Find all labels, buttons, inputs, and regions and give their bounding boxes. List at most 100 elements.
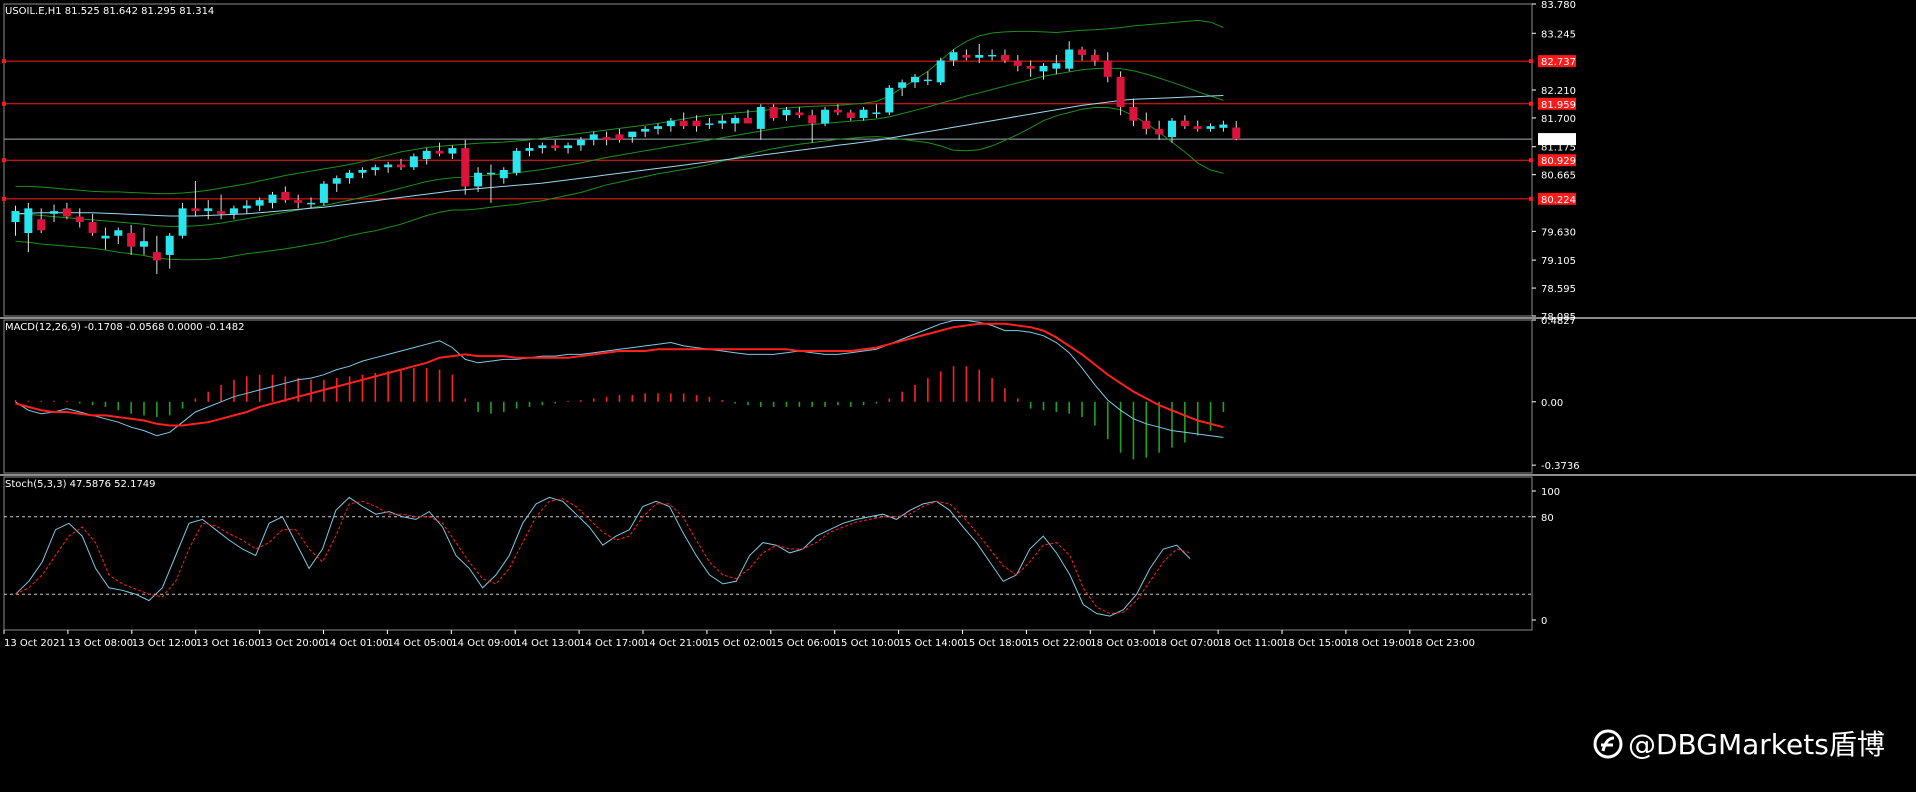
candle-body [538, 145, 547, 149]
candle-body [911, 76, 919, 83]
candle-body [795, 112, 804, 116]
candle-body [1078, 49, 1087, 55]
candle-body [255, 200, 264, 206]
candle-body [152, 252, 161, 261]
candle-body [332, 178, 341, 184]
candle-body [1116, 76, 1125, 107]
candle-body [1129, 106, 1138, 121]
candle-body [281, 191, 290, 201]
candle-body [821, 109, 830, 124]
candle-body [1193, 126, 1202, 129]
time-tick-label: 14 Oct 09:00 [451, 638, 516, 649]
line-price-tag-label: 80.929 [1541, 156, 1576, 167]
time-tick-label: 15 Oct 02:00 [707, 638, 772, 649]
candle[interactable] [512, 148, 521, 176]
price-tick-label: 83.780 [1541, 0, 1576, 11]
candle-body [217, 211, 226, 214]
candle-body [50, 211, 59, 214]
watermark: @DBGMarkets盾博 [1593, 728, 1885, 761]
candle[interactable] [319, 180, 328, 206]
chart-background [0, 0, 1916, 792]
line-handle[interactable] [2, 158, 6, 163]
stochastic-tick-label: 0 [1541, 616, 1547, 627]
candle-body [962, 54, 971, 58]
line-handle[interactable] [1529, 101, 1533, 106]
candle-body [743, 117, 752, 124]
candle-body [24, 208, 33, 234]
price-tick-label: 82.210 [1541, 86, 1576, 97]
candle-body [242, 205, 251, 209]
candle-body [229, 208, 238, 214]
candle-body [859, 109, 868, 118]
macd-panel-title: MACD(12,26,9) -0.1708 -0.0568 0.0000 -0.… [5, 322, 244, 333]
time-tick-label: 18 Oct 15:00 [1282, 638, 1347, 649]
candle-body [1000, 54, 1009, 61]
candle-body [1219, 124, 1228, 128]
candle-body [75, 216, 84, 223]
candle-body [1090, 54, 1099, 61]
candle-body [975, 54, 984, 58]
price-tick-label: 80.665 [1541, 171, 1576, 182]
line-handle[interactable] [1529, 59, 1533, 64]
candle-body [654, 126, 662, 129]
line-handle[interactable] [2, 59, 6, 64]
stochastic-panel-title: Stoch(5,3,3) 47.5876 52.1749 [5, 479, 156, 490]
candle-body [409, 156, 418, 168]
time-tick-label: 15 Oct 18:00 [963, 638, 1028, 649]
candle-body [1065, 49, 1074, 69]
candle-body [782, 109, 791, 116]
candle-body [1180, 120, 1189, 127]
candle-body [178, 208, 187, 236]
candle-body [499, 169, 508, 179]
candle-body [1026, 65, 1035, 69]
candle-body [718, 120, 727, 124]
candle-body [846, 112, 855, 118]
candle-body [589, 134, 598, 140]
candle-body [62, 208, 71, 217]
candle-body [319, 183, 328, 203]
candle-body [11, 211, 20, 223]
candle-body [731, 117, 740, 124]
candle-body [628, 131, 637, 138]
time-tick-label: 15 Oct 10:00 [835, 638, 900, 649]
price-tick-label: 81.175 [1541, 143, 1576, 154]
candle-body [1039, 65, 1048, 72]
line-handle[interactable] [2, 196, 6, 201]
candle-body [101, 235, 110, 239]
line-handle[interactable] [2, 101, 6, 106]
candle-body [358, 169, 367, 173]
price-tick-label: 78.595 [1541, 284, 1576, 295]
line-handle[interactable] [1529, 196, 1533, 201]
stochastic-tick-label: 80 [1541, 513, 1554, 524]
candle-body [1232, 127, 1241, 140]
candle-body [641, 128, 650, 132]
candle-body [525, 148, 534, 151]
candle-body [422, 150, 431, 160]
candle-body [191, 208, 200, 212]
candle-body [474, 172, 483, 187]
candle-body [127, 233, 136, 247]
stochastic-tick-label: 100 [1541, 487, 1560, 498]
time-tick-label: 13 Oct 12:00 [132, 638, 197, 649]
time-tick-label: 13 Oct 16:00 [196, 638, 261, 649]
candle-body [294, 200, 303, 203]
trading-chart[interactable]: 82.73781.95980.92980.22481.314 83.78083.… [0, 0, 1916, 792]
candle-body [486, 172, 495, 175]
time-tick-label: 14 Oct 13:00 [515, 638, 580, 649]
time-tick-label: 18 Oct 19:00 [1346, 638, 1411, 649]
candle-body [345, 172, 354, 179]
candle[interactable] [821, 106, 830, 127]
candle-body [140, 241, 148, 247]
candle-body [384, 164, 393, 168]
line-handle[interactable] [1529, 158, 1533, 163]
watermark-text: @DBGMarkets盾博 [1628, 728, 1885, 761]
candle[interactable] [885, 85, 894, 116]
time-tick-label: 15 Oct 06:00 [771, 638, 836, 649]
candle[interactable] [936, 57, 945, 86]
time-tick-label: 14 Oct 05:00 [387, 638, 452, 649]
candle-body [1155, 128, 1164, 135]
price-tick-label: 79.630 [1541, 227, 1576, 238]
candle-body [551, 145, 560, 149]
candle-body [872, 112, 881, 114]
price-tick-label: 81.700 [1541, 114, 1576, 125]
